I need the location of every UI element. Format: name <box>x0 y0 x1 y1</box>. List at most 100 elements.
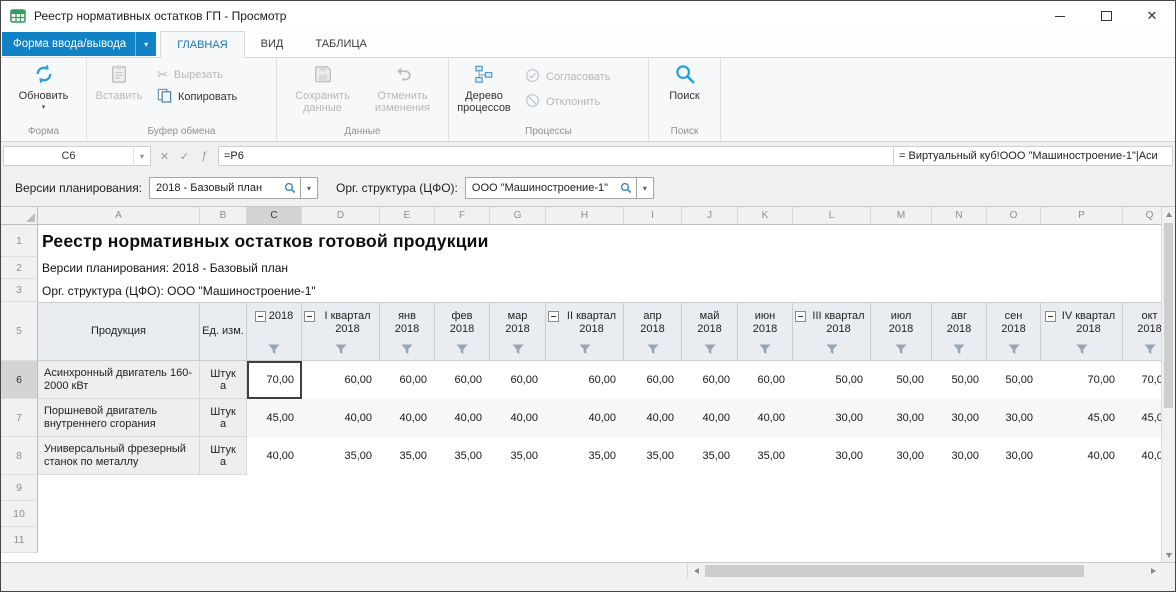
tab-tablitsa[interactable]: ТАБЛИЦА <box>299 31 383 57</box>
period-column-header-E[interactable]: янв 2018 <box>380 302 435 361</box>
cell-F8[interactable]: 35,00 <box>435 437 490 475</box>
cell-F6[interactable]: 60,00 <box>435 361 490 399</box>
filter-icon[interactable] <box>895 343 907 355</box>
column-letter-K[interactable]: K <box>738 207 793 225</box>
filter-icon[interactable] <box>401 343 413 355</box>
row-header-3[interactable]: 3 <box>1 279 38 302</box>
copy-button[interactable]: Копировать <box>151 87 243 107</box>
cell-E8[interactable]: 35,00 <box>380 437 435 475</box>
cell-N6[interactable]: 50,00 <box>932 361 987 399</box>
period-column-header-K[interactable]: июн 2018 <box>738 302 793 361</box>
cell-J7[interactable]: 40,00 <box>682 399 738 437</box>
cell-empty-10[interactable] <box>38 501 1175 527</box>
cell-C7[interactable]: 45,00 <box>247 399 302 437</box>
column-letter-L[interactable]: L <box>793 207 871 225</box>
cell-empty-9[interactable] <box>38 475 1175 501</box>
search-icon[interactable] <box>620 182 632 194</box>
period-column-header-N[interactable]: авг 2018 <box>932 302 987 361</box>
cell-I7[interactable]: 40,00 <box>624 399 682 437</box>
cell-F7[interactable]: 40,00 <box>435 399 490 437</box>
filter-icon[interactable] <box>1144 343 1156 355</box>
cut-button[interactable]: ✂ Вырезать <box>151 67 243 82</box>
column-letter-O[interactable]: O <box>987 207 1041 225</box>
org-filter-dropdown-button[interactable]: ▾ <box>637 177 654 199</box>
column-letter-F[interactable]: F <box>435 207 490 225</box>
product-cell[interactable]: Универсальный фрезерный станок по металл… <box>38 437 200 475</box>
cell-P7[interactable]: 45,00 <box>1041 399 1123 437</box>
formula-input[interactable]: =P6 <box>218 146 894 166</box>
period-column-header-I[interactable]: апр 2018 <box>624 302 682 361</box>
cell-H6[interactable]: 60,00 <box>546 361 624 399</box>
scroll-right-button[interactable] <box>1145 563 1161 579</box>
undo-changes-button[interactable]: Отменить изменения <box>363 58 443 114</box>
cell-row-3[interactable]: Орг. структура (ЦФО): ООО "Машиностроени… <box>38 279 1175 302</box>
row-header-6[interactable]: 6 <box>1 361 38 399</box>
cell-name-box[interactable]: C6 ▾ <box>3 146 151 166</box>
column-letter-A[interactable]: A <box>38 207 200 225</box>
period-column-header-C[interactable]: 2018 <box>247 302 302 361</box>
cell-J6[interactable]: 60,00 <box>682 361 738 399</box>
column-letter-B[interactable]: B <box>200 207 247 225</box>
filter-icon[interactable] <box>953 343 965 355</box>
row-header-9[interactable]: 9 <box>1 475 38 501</box>
tab-glavnaya[interactable]: ГЛАВНАЯ <box>160 31 244 58</box>
close-button[interactable]: ✕ <box>1129 1 1175 31</box>
chevron-down-icon[interactable]: ▾ <box>133 147 150 165</box>
collapse-icon[interactable] <box>548 311 559 322</box>
row-header-1[interactable]: 1 <box>1 225 38 257</box>
version-filter-dropdown-button[interactable]: ▾ <box>301 177 318 199</box>
filter-icon[interactable] <box>647 343 659 355</box>
filter-icon[interactable] <box>759 343 771 355</box>
product-cell[interactable]: Поршневой двигатель внутреннего сгорания <box>38 399 200 437</box>
period-column-header-D[interactable]: I квартал 2018 <box>302 302 380 361</box>
scroll-up-button[interactable] <box>1162 207 1175 221</box>
save-data-button[interactable]: Сохранить данные <box>283 58 363 114</box>
cell-I6[interactable]: 60,00 <box>624 361 682 399</box>
vertical-scroll-thumb[interactable] <box>1164 223 1173 408</box>
row-header-8[interactable]: 8 <box>1 437 38 475</box>
cell-P6[interactable]: 70,00 <box>1041 361 1123 399</box>
horizontal-scrollbar[interactable] <box>687 563 1161 579</box>
row-header-11[interactable]: 11 <box>1 527 38 553</box>
approve-button[interactable]: Согласовать <box>519 67 616 87</box>
product-column-header[interactable]: Продукция <box>38 302 200 361</box>
version-filter-input[interactable]: 2018 - Базовый план <box>149 177 301 199</box>
column-letter-C[interactable]: C <box>247 207 302 225</box>
collapse-icon[interactable] <box>1045 311 1056 322</box>
tab-vid[interactable]: ВИД <box>245 31 300 57</box>
cell-O6[interactable]: 50,00 <box>987 361 1041 399</box>
period-column-header-J[interactable]: май 2018 <box>682 302 738 361</box>
unit-column-header[interactable]: Ед. изм. <box>200 302 247 361</box>
cell-I8[interactable]: 35,00 <box>624 437 682 475</box>
column-letter-J[interactable]: J <box>682 207 738 225</box>
filter-icon[interactable] <box>1008 343 1020 355</box>
refresh-button[interactable]: Обновить ▾ <box>12 58 76 111</box>
title-bar[interactable]: Реестр нормативных остатков ГП - Просмот… <box>1 1 1175 31</box>
cell-empty-11[interactable] <box>38 527 1175 553</box>
column-letter-N[interactable]: N <box>932 207 987 225</box>
reject-button[interactable]: Отклонить <box>519 92 616 112</box>
period-column-header-L[interactable]: III квартал 2018 <box>793 302 871 361</box>
cell-K7[interactable]: 40,00 <box>738 399 793 437</box>
collapse-icon[interactable] <box>304 311 315 322</box>
org-filter-input[interactable]: ООО "Машиностроение-1" <box>465 177 637 199</box>
cell-O7[interactable]: 30,00 <box>987 399 1041 437</box>
cell-H7[interactable]: 40,00 <box>546 399 624 437</box>
cell-G8[interactable]: 35,00 <box>490 437 546 475</box>
period-column-header-F[interactable]: фев 2018 <box>435 302 490 361</box>
cell-M8[interactable]: 30,00 <box>871 437 932 475</box>
cell-G7[interactable]: 40,00 <box>490 399 546 437</box>
filter-icon[interactable] <box>335 343 347 355</box>
cell-D7[interactable]: 40,00 <box>302 399 380 437</box>
product-cell[interactable]: Асинхронный двигатель 160-2000 кВт <box>38 361 200 399</box>
unit-cell[interactable]: Штука <box>200 437 247 475</box>
column-letter-P[interactable]: P <box>1041 207 1123 225</box>
scroll-down-button[interactable] <box>1162 548 1175 562</box>
cell-L6[interactable]: 50,00 <box>793 361 871 399</box>
process-tree-button[interactable]: Дерево процессов <box>449 58 519 114</box>
unit-cell[interactable]: Штука <box>200 361 247 399</box>
cell-E7[interactable]: 40,00 <box>380 399 435 437</box>
cell-H8[interactable]: 35,00 <box>546 437 624 475</box>
period-column-header-G[interactable]: мар 2018 <box>490 302 546 361</box>
period-column-header-H[interactable]: II квартал 2018 <box>546 302 624 361</box>
